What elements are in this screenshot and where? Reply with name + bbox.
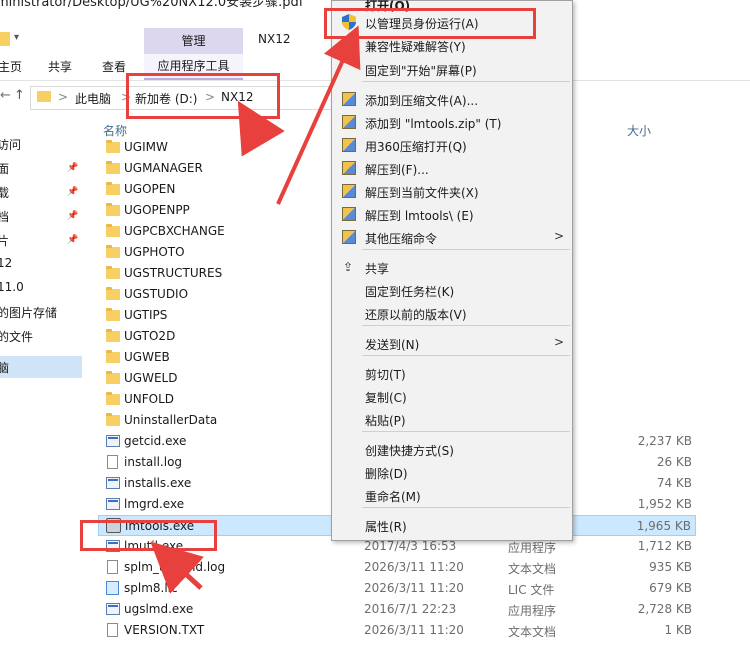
arrow-to-lmtools: [150, 541, 205, 594]
annotation-arrows: [150, 25, 361, 594]
arrow-to-menu: [276, 25, 361, 205]
arrow-to-address: [237, 100, 285, 157]
